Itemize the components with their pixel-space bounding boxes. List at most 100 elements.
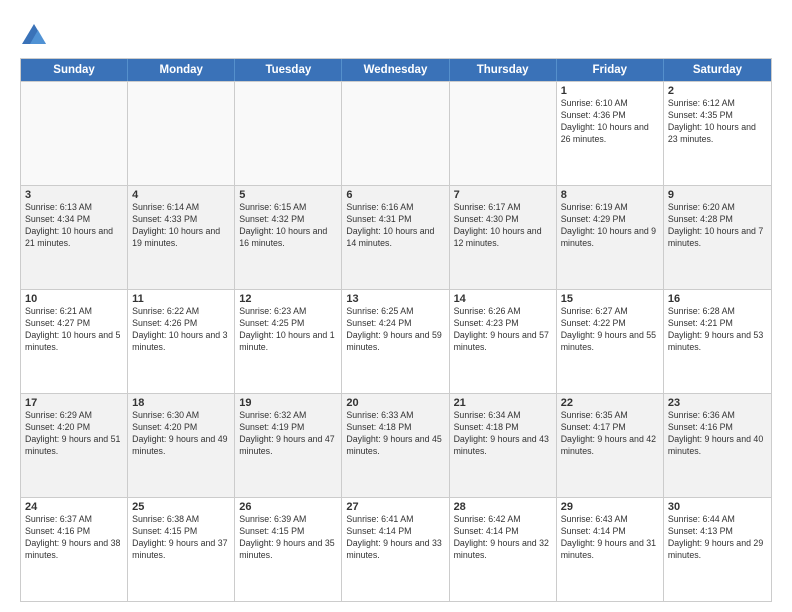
day-info: Sunrise: 6:28 AMSunset: 4:21 PMDaylight:… <box>668 306 767 354</box>
day-info: Sunrise: 6:13 AMSunset: 4:34 PMDaylight:… <box>25 202 123 250</box>
calendar: SundayMondayTuesdayWednesdayThursdayFrid… <box>20 58 772 602</box>
day-number: 11 <box>132 293 230 305</box>
header-day-saturday: Saturday <box>664 59 771 81</box>
day-info: Sunrise: 6:41 AMSunset: 4:14 PMDaylight:… <box>346 514 444 562</box>
day-info: Sunrise: 6:20 AMSunset: 4:28 PMDaylight:… <box>668 202 767 250</box>
calendar-cell-0-5: 1Sunrise: 6:10 AMSunset: 4:36 PMDaylight… <box>557 82 664 185</box>
day-number: 8 <box>561 189 659 201</box>
day-number: 4 <box>132 189 230 201</box>
calendar-cell-3-2: 19Sunrise: 6:32 AMSunset: 4:19 PMDayligh… <box>235 394 342 497</box>
day-info: Sunrise: 6:36 AMSunset: 4:16 PMDaylight:… <box>668 410 767 458</box>
calendar-cell-1-0: 3Sunrise: 6:13 AMSunset: 4:34 PMDaylight… <box>21 186 128 289</box>
day-number: 7 <box>454 189 552 201</box>
day-number: 20 <box>346 397 444 409</box>
day-number: 29 <box>561 501 659 513</box>
day-number: 27 <box>346 501 444 513</box>
logo-icon <box>20 22 48 50</box>
logo <box>20 22 52 50</box>
calendar-cell-2-0: 10Sunrise: 6:21 AMSunset: 4:27 PMDayligh… <box>21 290 128 393</box>
day-info: Sunrise: 6:14 AMSunset: 4:33 PMDaylight:… <box>132 202 230 250</box>
calendar-cell-3-1: 18Sunrise: 6:30 AMSunset: 4:20 PMDayligh… <box>128 394 235 497</box>
calendar-row-1: 3Sunrise: 6:13 AMSunset: 4:34 PMDaylight… <box>21 185 771 289</box>
calendar-cell-4-1: 25Sunrise: 6:38 AMSunset: 4:15 PMDayligh… <box>128 498 235 601</box>
calendar-cell-3-0: 17Sunrise: 6:29 AMSunset: 4:20 PMDayligh… <box>21 394 128 497</box>
calendar-cell-2-6: 16Sunrise: 6:28 AMSunset: 4:21 PMDayligh… <box>664 290 771 393</box>
day-info: Sunrise: 6:16 AMSunset: 4:31 PMDaylight:… <box>346 202 444 250</box>
calendar-cell-3-3: 20Sunrise: 6:33 AMSunset: 4:18 PMDayligh… <box>342 394 449 497</box>
day-number: 2 <box>668 85 767 97</box>
header <box>20 18 772 50</box>
day-info: Sunrise: 6:44 AMSunset: 4:13 PMDaylight:… <box>668 514 767 562</box>
calendar-cell-0-2 <box>235 82 342 185</box>
calendar-body: 1Sunrise: 6:10 AMSunset: 4:36 PMDaylight… <box>21 81 771 601</box>
day-number: 18 <box>132 397 230 409</box>
day-info: Sunrise: 6:25 AMSunset: 4:24 PMDaylight:… <box>346 306 444 354</box>
calendar-cell-1-6: 9Sunrise: 6:20 AMSunset: 4:28 PMDaylight… <box>664 186 771 289</box>
day-info: Sunrise: 6:23 AMSunset: 4:25 PMDaylight:… <box>239 306 337 354</box>
day-info: Sunrise: 6:12 AMSunset: 4:35 PMDaylight:… <box>668 98 767 146</box>
calendar-cell-0-1 <box>128 82 235 185</box>
day-number: 26 <box>239 501 337 513</box>
calendar-cell-0-0 <box>21 82 128 185</box>
day-info: Sunrise: 6:22 AMSunset: 4:26 PMDaylight:… <box>132 306 230 354</box>
day-number: 28 <box>454 501 552 513</box>
calendar-cell-4-3: 27Sunrise: 6:41 AMSunset: 4:14 PMDayligh… <box>342 498 449 601</box>
day-number: 19 <box>239 397 337 409</box>
day-info: Sunrise: 6:21 AMSunset: 4:27 PMDaylight:… <box>25 306 123 354</box>
calendar-row-2: 10Sunrise: 6:21 AMSunset: 4:27 PMDayligh… <box>21 289 771 393</box>
day-number: 25 <box>132 501 230 513</box>
calendar-cell-0-3 <box>342 82 449 185</box>
day-info: Sunrise: 6:35 AMSunset: 4:17 PMDaylight:… <box>561 410 659 458</box>
day-info: Sunrise: 6:34 AMSunset: 4:18 PMDaylight:… <box>454 410 552 458</box>
day-number: 5 <box>239 189 337 201</box>
header-day-tuesday: Tuesday <box>235 59 342 81</box>
day-number: 14 <box>454 293 552 305</box>
day-number: 3 <box>25 189 123 201</box>
calendar-cell-2-4: 14Sunrise: 6:26 AMSunset: 4:23 PMDayligh… <box>450 290 557 393</box>
header-day-friday: Friday <box>557 59 664 81</box>
day-info: Sunrise: 6:10 AMSunset: 4:36 PMDaylight:… <box>561 98 659 146</box>
calendar-cell-2-5: 15Sunrise: 6:27 AMSunset: 4:22 PMDayligh… <box>557 290 664 393</box>
calendar-header: SundayMondayTuesdayWednesdayThursdayFrid… <box>21 59 771 81</box>
day-number: 6 <box>346 189 444 201</box>
day-info: Sunrise: 6:19 AMSunset: 4:29 PMDaylight:… <box>561 202 659 250</box>
page: SundayMondayTuesdayWednesdayThursdayFrid… <box>0 0 792 612</box>
calendar-row-3: 17Sunrise: 6:29 AMSunset: 4:20 PMDayligh… <box>21 393 771 497</box>
day-number: 21 <box>454 397 552 409</box>
calendar-cell-3-6: 23Sunrise: 6:36 AMSunset: 4:16 PMDayligh… <box>664 394 771 497</box>
day-number: 12 <box>239 293 337 305</box>
calendar-row-4: 24Sunrise: 6:37 AMSunset: 4:16 PMDayligh… <box>21 497 771 601</box>
calendar-cell-1-4: 7Sunrise: 6:17 AMSunset: 4:30 PMDaylight… <box>450 186 557 289</box>
day-number: 9 <box>668 189 767 201</box>
calendar-cell-3-5: 22Sunrise: 6:35 AMSunset: 4:17 PMDayligh… <box>557 394 664 497</box>
calendar-cell-3-4: 21Sunrise: 6:34 AMSunset: 4:18 PMDayligh… <box>450 394 557 497</box>
header-day-wednesday: Wednesday <box>342 59 449 81</box>
day-info: Sunrise: 6:32 AMSunset: 4:19 PMDaylight:… <box>239 410 337 458</box>
calendar-cell-0-4 <box>450 82 557 185</box>
day-info: Sunrise: 6:39 AMSunset: 4:15 PMDaylight:… <box>239 514 337 562</box>
day-number: 15 <box>561 293 659 305</box>
calendar-cell-2-2: 12Sunrise: 6:23 AMSunset: 4:25 PMDayligh… <box>235 290 342 393</box>
calendar-cell-4-4: 28Sunrise: 6:42 AMSunset: 4:14 PMDayligh… <box>450 498 557 601</box>
header-day-thursday: Thursday <box>450 59 557 81</box>
day-info: Sunrise: 6:29 AMSunset: 4:20 PMDaylight:… <box>25 410 123 458</box>
day-info: Sunrise: 6:33 AMSunset: 4:18 PMDaylight:… <box>346 410 444 458</box>
calendar-cell-4-6: 30Sunrise: 6:44 AMSunset: 4:13 PMDayligh… <box>664 498 771 601</box>
day-number: 24 <box>25 501 123 513</box>
calendar-cell-4-2: 26Sunrise: 6:39 AMSunset: 4:15 PMDayligh… <box>235 498 342 601</box>
day-info: Sunrise: 6:38 AMSunset: 4:15 PMDaylight:… <box>132 514 230 562</box>
calendar-cell-4-5: 29Sunrise: 6:43 AMSunset: 4:14 PMDayligh… <box>557 498 664 601</box>
day-info: Sunrise: 6:43 AMSunset: 4:14 PMDaylight:… <box>561 514 659 562</box>
day-info: Sunrise: 6:17 AMSunset: 4:30 PMDaylight:… <box>454 202 552 250</box>
day-info: Sunrise: 6:15 AMSunset: 4:32 PMDaylight:… <box>239 202 337 250</box>
header-day-sunday: Sunday <box>21 59 128 81</box>
day-number: 22 <box>561 397 659 409</box>
day-number: 23 <box>668 397 767 409</box>
calendar-cell-1-3: 6Sunrise: 6:16 AMSunset: 4:31 PMDaylight… <box>342 186 449 289</box>
day-info: Sunrise: 6:26 AMSunset: 4:23 PMDaylight:… <box>454 306 552 354</box>
calendar-row-0: 1Sunrise: 6:10 AMSunset: 4:36 PMDaylight… <box>21 81 771 185</box>
calendar-cell-1-2: 5Sunrise: 6:15 AMSunset: 4:32 PMDaylight… <box>235 186 342 289</box>
calendar-cell-1-5: 8Sunrise: 6:19 AMSunset: 4:29 PMDaylight… <box>557 186 664 289</box>
day-number: 17 <box>25 397 123 409</box>
day-number: 1 <box>561 85 659 97</box>
